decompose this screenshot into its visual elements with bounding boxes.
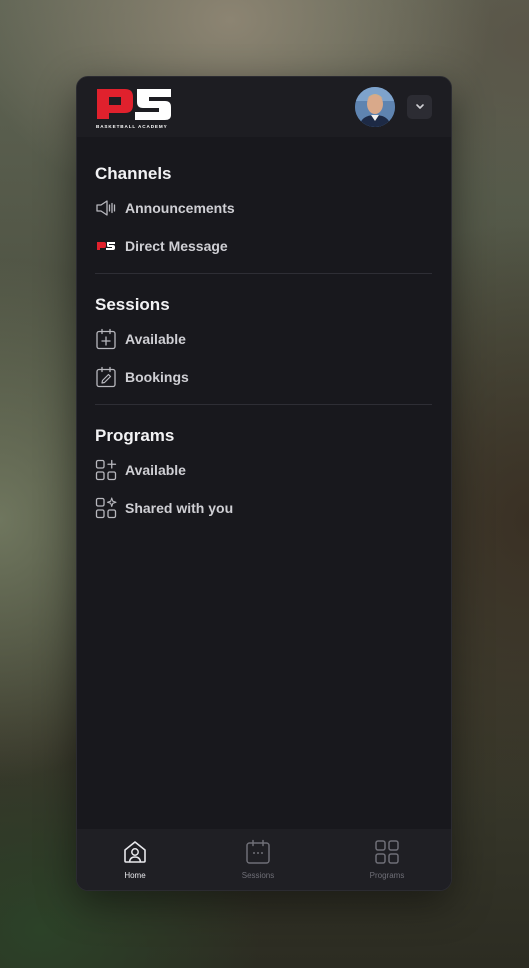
nav-home[interactable]: Home <box>95 829 175 890</box>
account-dropdown-button[interactable] <box>407 95 432 119</box>
grid-sparkle-icon <box>95 497 117 519</box>
programs-label: Available <box>125 462 186 478</box>
avatar[interactable] <box>355 87 395 127</box>
section-divider <box>95 404 432 405</box>
logo-subtext: BASKETBALL ACADEMY <box>96 124 168 129</box>
chevron-down-icon <box>415 104 424 109</box>
brand-logo[interactable]: BASKETBALL ACADEMY <box>95 87 173 129</box>
nav-label: Sessions <box>241 871 275 880</box>
top-bar: BASKETBALL ACADEMY <box>77 77 451 137</box>
nav-label: Programs <box>369 871 405 880</box>
bottom-navigation: Home Sessions Programs <box>77 829 451 890</box>
programs-item-shared[interactable]: Shared with you <box>95 496 233 520</box>
sessions-item-available[interactable]: Available <box>95 327 186 351</box>
channel-item-announcements[interactable]: Announcements <box>95 196 235 220</box>
ps-logo-icon <box>95 235 117 257</box>
section-divider <box>95 273 432 274</box>
megaphone-icon <box>95 197 117 219</box>
calendar-icon <box>246 839 270 864</box>
channels-heading: Channels <box>95 164 172 183</box>
ps-logo-icon: BASKETBALL ACADEMY <box>96 89 171 129</box>
home-icon <box>124 841 146 863</box>
calendar-edit-icon <box>95 366 117 388</box>
sessions-item-bookings[interactable]: Bookings <box>95 365 189 389</box>
programs-item-available[interactable]: Available <box>95 458 186 482</box>
programs-heading: Programs <box>95 426 175 445</box>
grid-plus-icon <box>95 459 117 481</box>
nav-sessions[interactable]: Sessions <box>218 829 298 890</box>
sessions-label: Bookings <box>125 369 189 385</box>
channel-label: Announcements <box>125 200 235 216</box>
grid-icon <box>375 840 399 864</box>
nav-programs[interactable]: Programs <box>347 829 427 890</box>
programs-label: Shared with you <box>125 500 234 516</box>
nav-label: Home <box>124 871 146 880</box>
user-avatar <box>355 87 395 127</box>
sessions-heading: Sessions <box>95 295 170 314</box>
sessions-label: Available <box>125 331 186 347</box>
channel-item-direct-message[interactable]: Direct Message <box>95 234 228 258</box>
app-window: BASKETBALL ACADEMY Channels Announcement… <box>76 76 452 891</box>
calendar-plus-icon <box>95 328 117 350</box>
channel-label: Direct Message <box>125 238 228 254</box>
